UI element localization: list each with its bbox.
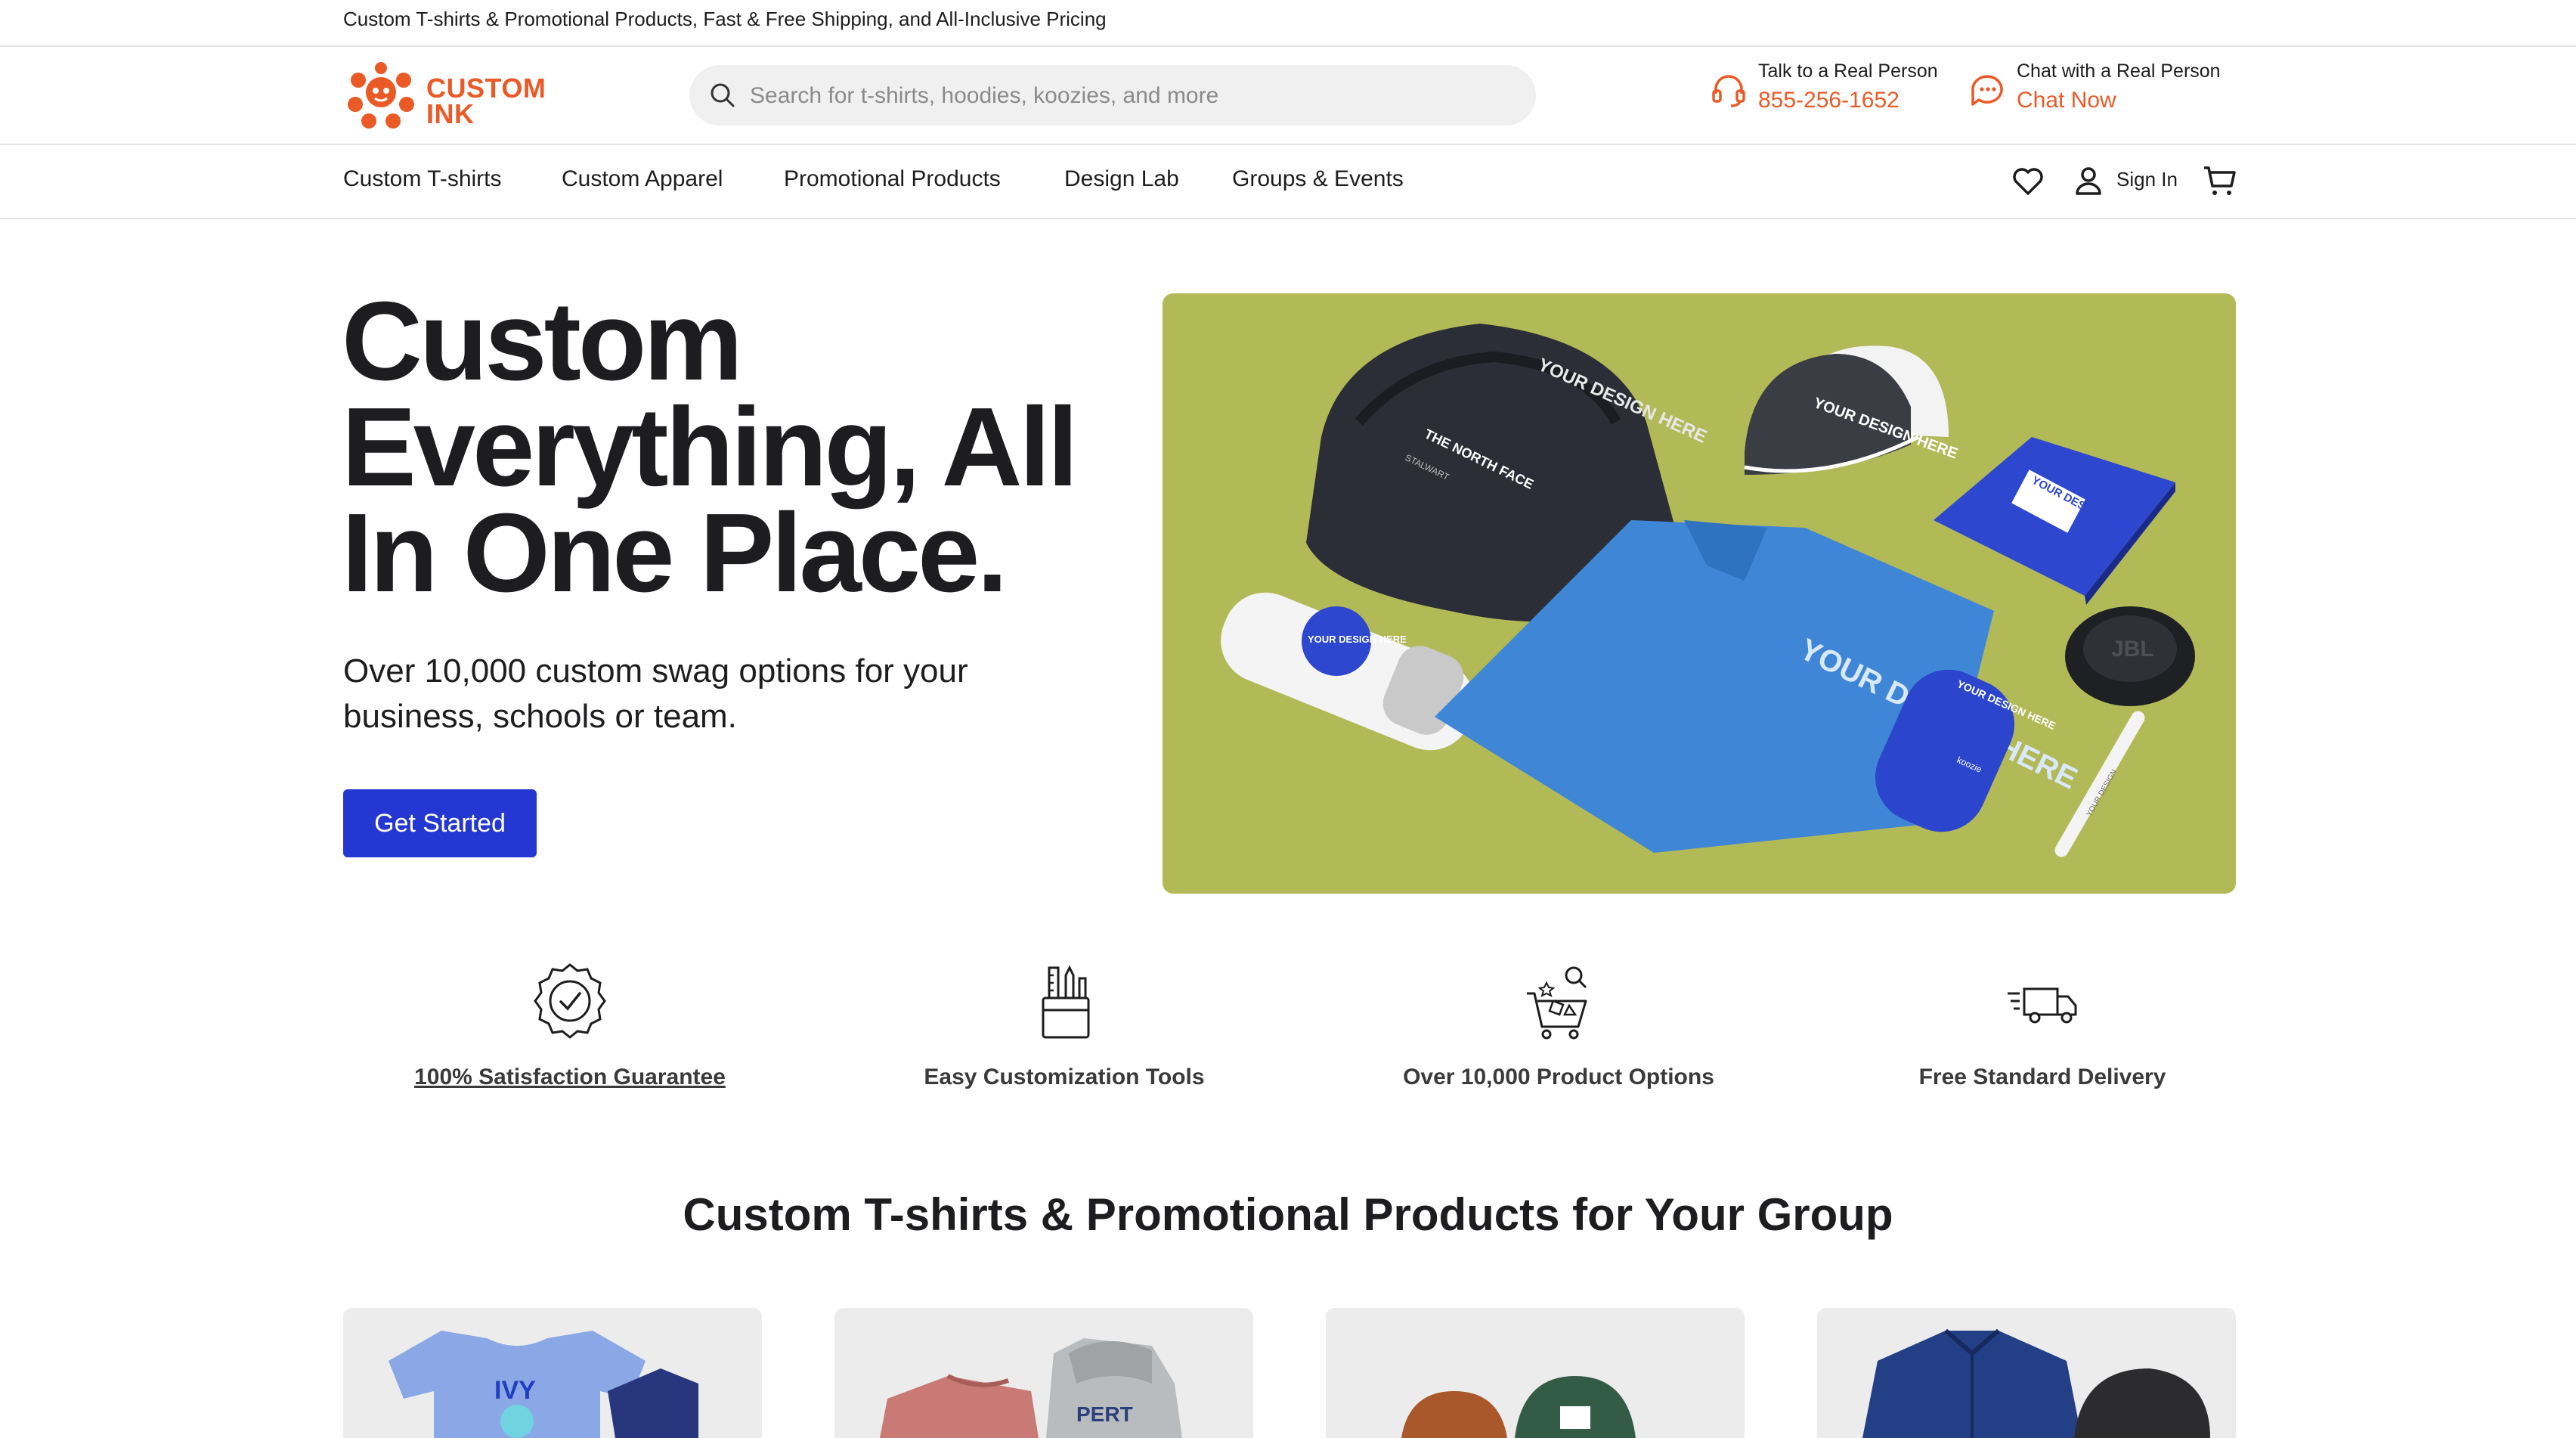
brand-line-2: INK	[426, 98, 475, 129]
shopping-cart-icon	[1527, 966, 1587, 1040]
nav-item-custom-tshirts[interactable]: Custom T-shirts	[343, 166, 502, 192]
feature-label-delivery: Free Standard Delivery	[1918, 1065, 2166, 1089]
phone-contact[interactable]: Talk to a Real Person 855-256-1652	[1710, 60, 1952, 129]
tools-icon	[1042, 965, 1090, 1039]
feature-customization: Easy Customization Tools	[853, 960, 1276, 1104]
swag-products-illustration: YOUR DESIGN HERE THE NORTH FACE STALWART…	[1221, 324, 2195, 857]
chat-label: Chat with a Real Person	[2017, 60, 2221, 82]
get-started-button[interactable]: Get Started	[343, 789, 537, 857]
feature-label-satisfaction[interactable]: 100% Satisfaction Guarantee	[358, 1065, 782, 1090]
jacket-image	[1862, 1328, 2210, 1438]
user-icon[interactable]	[2070, 162, 2107, 200]
chat-now-link[interactable]: Chat Now	[2017, 88, 2116, 113]
phone-number-link[interactable]: 855-256-1652	[1758, 88, 1899, 113]
octopus-logo-icon	[348, 62, 414, 129]
notebook-graphic: YOUR DESIGN HERE	[1934, 437, 2175, 605]
cap-graphic: YOUR DESIGN HERE	[1744, 346, 1960, 475]
main-nav: Custom T-shirts Custom Apparel Promotion…	[0, 145, 2576, 219]
nav-item-design-lab[interactable]: Design Lab	[1064, 166, 1179, 192]
category-card-tshirts[interactable]: IVY	[343, 1308, 762, 1438]
section-title: Custom T-shirts & Promotional Products f…	[683, 1189, 1893, 1240]
badge-check-icon	[534, 963, 606, 1039]
search-icon[interactable]	[707, 80, 738, 110]
tshirt-image: IVY	[389, 1331, 698, 1438]
feature-label-customization: Easy Customization Tools	[924, 1065, 1205, 1089]
brand-line-1: CUSTOM	[426, 73, 546, 104]
chat-icon	[1971, 75, 2003, 106]
search-input[interactable]	[748, 65, 1507, 127]
brand-logo[interactable]: CUSTOM INK	[343, 57, 547, 133]
feature-product-options: Over 10,000 Product Options	[1347, 960, 1770, 1104]
bottle-design-text: YOUR DESIGN HERE	[1308, 634, 1407, 645]
announcement-text: Custom T-shirts & Promotional Products, …	[343, 8, 1107, 30]
category-card-jackets[interactable]	[1817, 1308, 2236, 1438]
search-bar[interactable]	[689, 65, 1536, 127]
category-card-hats[interactable]	[1326, 1308, 1745, 1438]
apparel-image: PERT	[880, 1338, 1182, 1438]
hero-subtitle: Over 10,000 custom swag options for your…	[343, 652, 968, 735]
cart-icon[interactable]	[2201, 162, 2239, 200]
feature-satisfaction: 100% Satisfaction Guarantee	[358, 960, 782, 1104]
feature-label-product-options: Over 10,000 Product Options	[1403, 1065, 1714, 1089]
brand-wordmark: CUSTOM INK	[426, 73, 546, 129]
speaker-brand-text: JBL	[2111, 637, 2154, 662]
speaker-graphic: JBL	[2065, 606, 2195, 706]
phone-label: Talk to a Real Person	[1758, 60, 1938, 82]
headset-icon	[1712, 75, 1745, 107]
announcement-bar: Custom T-shirts & Promotional Products, …	[0, 0, 2576, 47]
nav-item-groups-events[interactable]: Groups & Events	[1232, 166, 1404, 192]
nav-item-promotional-products[interactable]: Promotional Products	[784, 166, 1001, 192]
delivery-truck-icon	[2008, 987, 2077, 1024]
hats-image	[1401, 1376, 1636, 1438]
hoodie-print-text: PERT	[1076, 1402, 1133, 1426]
feature-delivery: Free Standard Delivery	[1831, 960, 2254, 1104]
sign-in-link[interactable]: Sign In	[2116, 168, 2178, 191]
site-header: CUSTOM INK Talk to a Real Person 855-256…	[0, 47, 2576, 145]
chat-contact[interactable]: Chat with a Real Person Chat Now	[1968, 60, 2240, 129]
heart-icon[interactable]	[2009, 162, 2047, 200]
nav-item-custom-apparel[interactable]: Custom Apparel	[562, 166, 723, 192]
hero-title: Custom Everything, All In One Place.	[342, 279, 1079, 615]
hero-product-image: YOUR DESIGN HERE THE NORTH FACE STALWART…	[1163, 293, 2236, 894]
tshirt-print-text: IVY	[494, 1376, 536, 1405]
category-card-apparel[interactable]: PERT	[834, 1308, 1253, 1438]
